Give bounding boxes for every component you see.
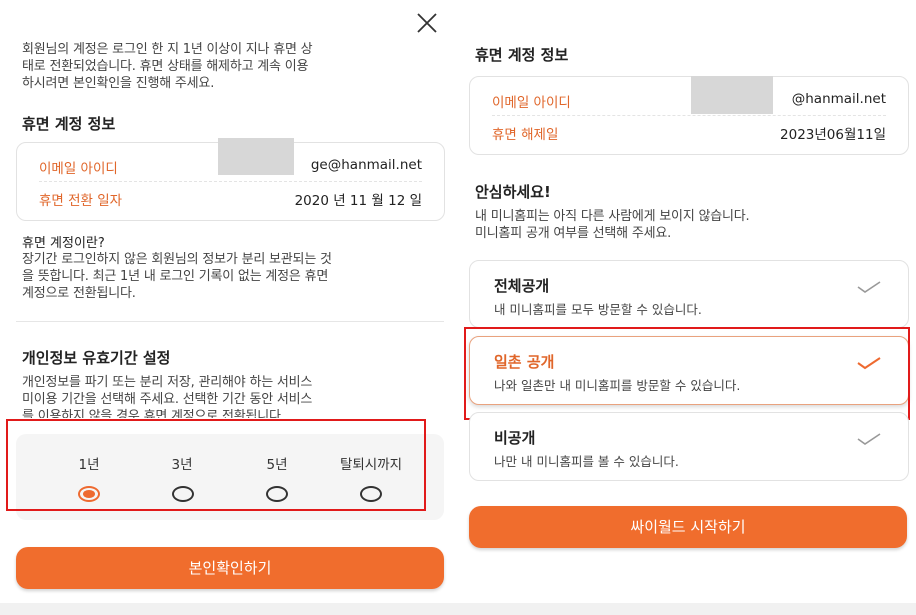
visibility-option-desc: 나만 내 미니홈피를 볼 수 있습니다. <box>494 454 679 469</box>
divider <box>39 181 422 182</box>
visibility-option-desc: 내 미니홈피를 모두 방문할 수 있습니다. <box>494 302 702 317</box>
intro-line: 회원님의 계정은 로그인 한 지 1년 이상이 지나 휴면 상 <box>22 42 313 57</box>
converted-date-value: 2020 년 11 월 12 일 <box>294 193 422 209</box>
masked-email <box>218 138 294 175</box>
release-date-value: 2023년06월11일 <box>780 127 886 143</box>
right-dormant-info-card: 이메일 아이디 @hanmail.net 휴면 해제일 2023년06월11일 <box>469 76 909 155</box>
visibility-option-private[interactable]: 비공개 나만 내 미니홈피를 볼 수 있습니다. <box>469 412 909 481</box>
email-value: ge@hanmail.net <box>310 157 422 173</box>
visibility-option-public[interactable]: 전체공개 내 미니홈피를 모두 방문할 수 있습니다. <box>469 260 909 328</box>
visibility-option-title: 전체공개 <box>494 277 550 295</box>
what-is-dormant-body: 장기간 로그인하지 않은 회원님의 정보가 분리 보관되는 것 을 뜻합니다. … <box>22 251 442 302</box>
right-dormant-info-title: 휴면 계정 정보 <box>475 46 569 64</box>
bottom-bar <box>0 603 916 615</box>
dormant-info-card: 이메일 아이디 ge@hanmail.net 휴면 전환 일자 2020 년 1… <box>16 138 445 221</box>
dormant-info-title: 휴면 계정 정보 <box>22 115 116 133</box>
converted-date-label: 휴면 전환 일자 <box>39 193 123 209</box>
release-date-label: 휴면 해제일 <box>492 127 559 143</box>
check-icon <box>856 431 882 450</box>
divider <box>492 115 886 116</box>
email-label: 이메일 아이디 <box>39 161 118 177</box>
what-is-dormant-title: 휴면 계정이란? <box>22 236 105 251</box>
intro-line: 태로 전환되었습니다. 휴면 상태를 해제하고 계속 이용 <box>22 59 309 74</box>
highlight-box-ilchon <box>464 327 910 420</box>
body-line: 를 이용하지 않을 경우 휴면 계정으로 전환됩니다. <box>22 409 285 418</box>
body-line: 을 뜻합니다. 최근 1년 내 로그인 기록이 없는 계정은 휴면 <box>22 269 329 284</box>
right-email-value: @hanmail.net <box>791 91 886 107</box>
body-line: 미이용 기간을 선택해 주세요. 선택한 기간 동안 서비스 <box>22 392 313 407</box>
body-line: 내 미니홈피는 아직 다른 사람에게 보이지 않습니다. <box>475 209 750 224</box>
intro-line: 하시려면 본인확인을 진행해 주세요. <box>22 76 215 91</box>
highlight-box-period <box>6 419 426 511</box>
body-line: 장기간 로그인하지 않은 회원님의 정보가 분리 보관되는 것 <box>22 252 332 267</box>
masked-email <box>691 76 773 114</box>
check-icon <box>856 279 882 298</box>
verify-identity-button[interactable]: 본인확인하기 <box>16 547 444 589</box>
start-cyworld-button[interactable]: 싸이월드 시작하기 <box>469 506 907 548</box>
validity-body: 개인정보를 파기 또는 분리 저장, 관리해야 하는 서비스 미이용 기간을 선… <box>22 374 442 418</box>
section-divider <box>16 321 444 322</box>
body-line: 계정으로 전환됩니다. <box>22 286 136 301</box>
reassure-title: 안심하세요! <box>475 183 551 201</box>
body-line: 미니홈피 공개 여부를 선택해 주세요. <box>475 226 672 241</box>
close-icon[interactable] <box>416 12 438 34</box>
body-line: 개인정보를 파기 또는 분리 저장, 관리해야 하는 서비스 <box>22 375 313 390</box>
validity-title: 개인정보 유효기간 설정 <box>22 349 171 367</box>
intro-text: 회원님의 계정은 로그인 한 지 1년 이상이 지나 휴면 상 태로 전환되었습… <box>22 41 442 92</box>
reassure-body: 내 미니홈피는 아직 다른 사람에게 보이지 않습니다. 미니홈피 공개 여부를… <box>475 208 910 242</box>
right-email-label: 이메일 아이디 <box>492 95 571 111</box>
visibility-option-title: 비공개 <box>494 429 536 447</box>
